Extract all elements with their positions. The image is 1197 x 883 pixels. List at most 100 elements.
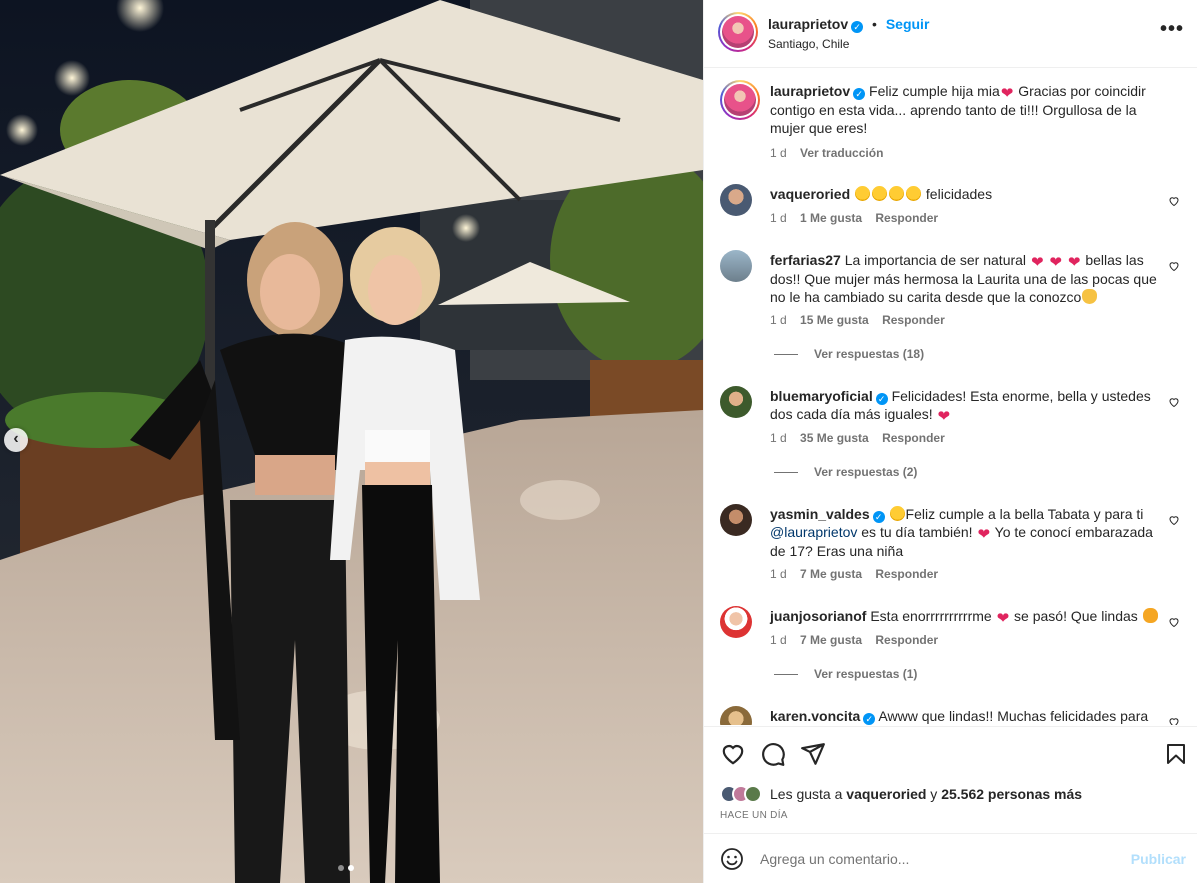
save-bookmark-icon[interactable]	[1164, 741, 1188, 767]
heart-eyes-cat-emoji-icon	[1142, 608, 1158, 623]
like-comment-heart-icon[interactable]	[1168, 396, 1180, 408]
share-send-icon[interactable]	[800, 741, 826, 767]
comment-text: ferfarias27 La importancia de ser natura…	[770, 251, 1168, 306]
like-comment-heart-icon[interactable]	[1168, 716, 1180, 725]
comment-likes[interactable]: 7 Me gusta	[800, 567, 862, 581]
replies-line	[774, 354, 798, 356]
post-timestamp[interactable]: HACE UN DÍA	[720, 810, 788, 821]
view-replies-button[interactable]: Ver respuestas (2)	[774, 465, 917, 479]
comment: ferfarias27 La importancia de ser natura…	[720, 250, 1182, 330]
reply-button[interactable]: Responder	[882, 431, 945, 445]
see-translation-button[interactable]: Ver traducción	[800, 146, 883, 160]
post-photo[interactable]: ‹	[0, 0, 703, 883]
commenter-avatar[interactable]	[720, 706, 752, 725]
star-eyes-emoji-icon	[855, 186, 871, 201]
like-heart-icon[interactable]	[720, 741, 746, 767]
comment: yasmin_valdes ✓ Feliz cumple a la bella T…	[720, 504, 1182, 584]
commenter-username[interactable]: vaqueroried	[770, 186, 850, 202]
reply-button[interactable]: Responder	[875, 211, 938, 225]
heart-emoji-icon: ❤	[1049, 254, 1062, 271]
comment-text: karen.voncita ✓ Awww que lindas!! Muchas …	[770, 707, 1168, 725]
liker-username[interactable]: vaqueroried	[846, 786, 926, 802]
comment-time[interactable]: 1 d	[770, 313, 787, 327]
post-header: lauraprietov ✓ • Seguir Santiago, Chile •…	[704, 0, 1197, 68]
author-avatar[interactable]	[718, 12, 758, 52]
heart-emoji-icon: ❤	[1000, 85, 1014, 102]
more-options-icon[interactable]: •••	[1160, 18, 1184, 41]
likes-connector: y	[926, 786, 942, 802]
commenter-username[interactable]: ferfarias27	[770, 252, 841, 268]
caption-meta: 1 d Ver traducción	[770, 146, 893, 160]
like-comment-heart-icon[interactable]	[1168, 616, 1180, 628]
comment-meta: 1 d 15 Me gusta Responder	[770, 313, 955, 327]
carousel-indicator	[338, 865, 354, 871]
comment-likes[interactable]: 35 Me gusta	[800, 431, 869, 445]
caption-time[interactable]: 1 d	[770, 146, 787, 160]
emoji-picker-icon[interactable]	[720, 847, 744, 871]
star-eyes-emoji-icon	[889, 186, 905, 201]
likes-prefix: Les gusta a	[770, 786, 847, 802]
verified-badge-icon: ✓	[863, 713, 876, 725]
commenter-username[interactable]: karen.voncita	[770, 708, 860, 724]
post-location[interactable]: Santiago, Chile	[768, 37, 849, 51]
add-comment-bar: Agrega un comentario... Publicar	[704, 835, 1197, 883]
add-comment-input[interactable]: Agrega un comentario...	[760, 851, 909, 867]
heart-emoji-icon: ❤	[937, 408, 951, 425]
comment-time[interactable]: 1 d	[770, 431, 787, 445]
heart-emoji-icon: ❤	[1030, 254, 1044, 271]
view-replies-label: Ver respuestas (2)	[814, 465, 918, 479]
post-side-panel: lauraprietov ✓ • Seguir Santiago, Chile •…	[703, 0, 1197, 883]
follow-button[interactable]: Seguir	[886, 16, 930, 32]
like-comment-heart-icon[interactable]	[1168, 514, 1180, 526]
comment-text: bluemaryoficial ✓ Felicidades! Esta enorm…	[770, 387, 1168, 424]
comment-time[interactable]: 1 d	[770, 633, 787, 647]
comment: juanjosorianof Esta enorrrrrrrrrrme ❤ se…	[720, 606, 1182, 650]
carousel-dot	[338, 865, 344, 871]
liker-avatar	[744, 785, 762, 803]
view-replies-button[interactable]: Ver respuestas (1)	[774, 667, 917, 681]
separator-dot: •	[872, 16, 877, 32]
carousel-previous-button[interactable]: ‹	[4, 428, 28, 452]
star-eyes-emoji-icon	[872, 186, 888, 201]
reply-button[interactable]: Responder	[875, 567, 938, 581]
like-comment-heart-icon[interactable]	[1168, 260, 1180, 272]
reply-button[interactable]: Responder	[875, 633, 938, 647]
comment-text: vaqueroried felicidades	[770, 185, 1168, 203]
author-username[interactable]: lauraprietov	[768, 16, 848, 32]
caption-username[interactable]: lauraprietov	[770, 83, 850, 99]
view-replies-button[interactable]: Ver respuestas (18)	[774, 347, 924, 361]
publish-button[interactable]: Publicar	[1131, 851, 1186, 867]
commenter-avatar[interactable]	[720, 386, 752, 418]
view-replies-label: Ver respuestas (1)	[814, 667, 918, 681]
heart-emoji-icon: ❤	[996, 610, 1010, 627]
star-eyes-emoji-icon	[906, 186, 922, 201]
commenter-username[interactable]: juanjosorianof	[770, 608, 866, 624]
likes-count[interactable]: 25.562 personas más	[941, 786, 1082, 802]
caption-avatar[interactable]	[720, 80, 760, 120]
commenter-avatar[interactable]	[720, 250, 752, 282]
replies-line	[774, 472, 798, 474]
comment-time[interactable]: 1 d	[770, 211, 787, 225]
comment-meta: 1 d 1 Me gusta Responder	[770, 211, 948, 225]
comment-likes[interactable]: 1 Me gusta	[800, 211, 862, 225]
commenter-avatar[interactable]	[720, 504, 752, 536]
comment-likes[interactable]: 7 Me gusta	[800, 633, 862, 647]
commenter-username[interactable]: bluemaryoficial	[770, 388, 873, 404]
post-actions: Les gusta a vaqueroried y 25.562 persona…	[704, 726, 1197, 834]
like-comment-heart-icon[interactable]	[1168, 195, 1180, 207]
likes-summary[interactable]: Les gusta a vaqueroried y 25.562 persona…	[720, 785, 1082, 803]
caption-text: lauraprietov ✓ Feliz cumple hija mia❤ Gra…	[770, 82, 1168, 137]
comment: bluemaryoficial ✓ Felicidades! Esta enorm…	[720, 386, 1182, 448]
commenter-avatar[interactable]	[720, 184, 752, 216]
comment-time[interactable]: 1 d	[770, 567, 787, 581]
comment-text-part: La importancia de ser natural	[844, 252, 1030, 268]
comment-likes[interactable]: 15 Me gusta	[800, 313, 869, 327]
commenter-avatar[interactable]	[720, 606, 752, 638]
photo-image	[0, 0, 703, 883]
comment-bubble-icon[interactable]	[760, 741, 786, 767]
reply-button[interactable]: Responder	[882, 313, 945, 327]
commenter-username[interactable]: yasmin_valdes	[770, 506, 870, 522]
user-mention-link[interactable]: @lauraprietov	[770, 524, 857, 540]
carousel-dot-active	[348, 865, 354, 871]
verified-badge-icon: ✓	[875, 393, 888, 405]
